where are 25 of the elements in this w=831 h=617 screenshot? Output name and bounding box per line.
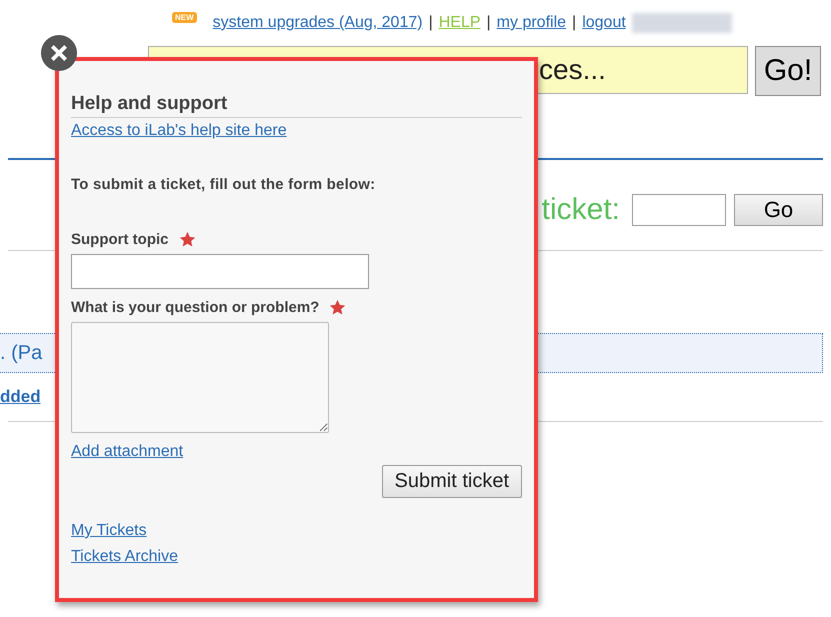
go-button[interactable]: Go!: [755, 46, 821, 96]
help-site-link[interactable]: Access to iLab's help site here: [71, 122, 287, 140]
tickets-link[interactable]: Tickets Archive: [71, 548, 178, 566]
submit-button[interactable]: Submit ticket: [382, 465, 522, 498]
separator-text: |: [428, 14, 433, 32]
row-text: . (Pa: [0, 342, 42, 364]
new-badge: NEW: [172, 12, 197, 23]
close-icon[interactable]: [40, 34, 78, 72]
separator-text: |: [486, 14, 491, 32]
nav-link[interactable]: logout: [582, 14, 626, 32]
item-link[interactable]: dded: [0, 387, 41, 406]
topic-field[interactable]: [71, 254, 369, 289]
field-label: What is your question or problem?: [71, 299, 320, 316]
go-button[interactable]: Go: [734, 194, 823, 226]
ticket-label: ticket:: [542, 193, 620, 227]
popup-title: Help and support: [71, 93, 522, 118]
nav-link[interactable]: my profile: [496, 14, 566, 32]
nav-link[interactable]: system upgrades (Aug, 2017): [212, 14, 423, 32]
question-field[interactable]: [71, 322, 329, 433]
intro-text: To submit a ticket, fill out the form below:: [71, 176, 376, 193]
separator-text: |: [572, 14, 576, 32]
ticket-field[interactable]: [632, 194, 726, 226]
field-label: Support topic: [71, 231, 168, 248]
tickets-link[interactable]: My Tickets: [71, 522, 147, 540]
attachment-link[interactable]: Add attachment: [71, 443, 184, 461]
